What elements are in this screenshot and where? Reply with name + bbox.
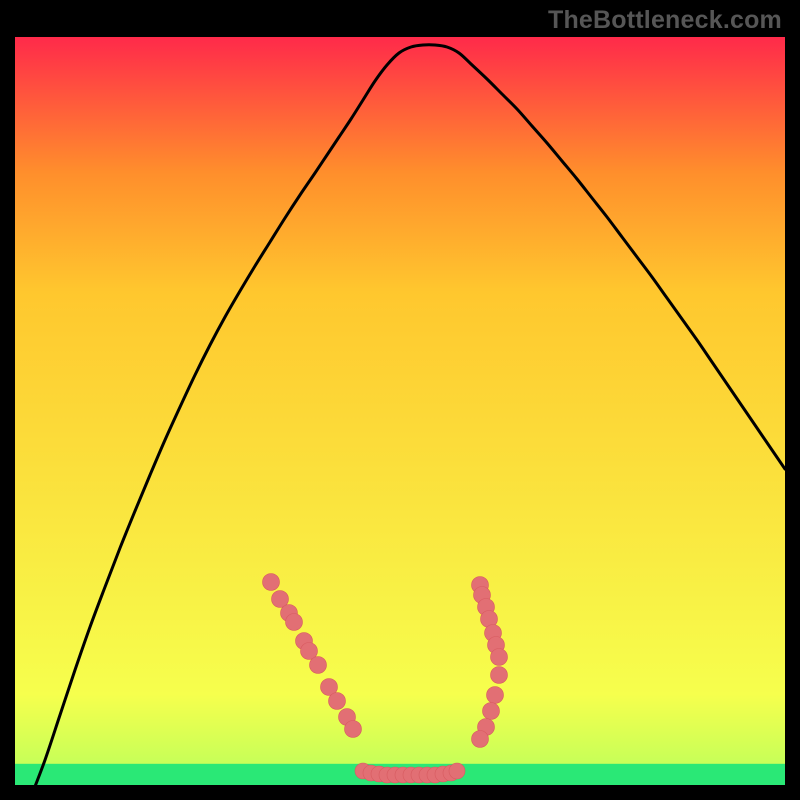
- chart-marker: [472, 731, 489, 748]
- bottleneck-chart: [15, 37, 785, 785]
- chart-marker: [310, 657, 327, 674]
- chart-marker: [263, 574, 280, 591]
- chart-background: [15, 37, 785, 785]
- chart-marker: [491, 649, 508, 666]
- chart-marker: [487, 687, 504, 704]
- watermark-text: TheBottleneck.com: [548, 6, 782, 35]
- chart-marker: [491, 667, 508, 684]
- chart-marker: [449, 763, 465, 779]
- chart-frame: [15, 37, 785, 785]
- chart-marker: [286, 614, 303, 631]
- chart-marker: [345, 721, 362, 738]
- chart-marker: [329, 693, 346, 710]
- chart-marker: [483, 703, 500, 720]
